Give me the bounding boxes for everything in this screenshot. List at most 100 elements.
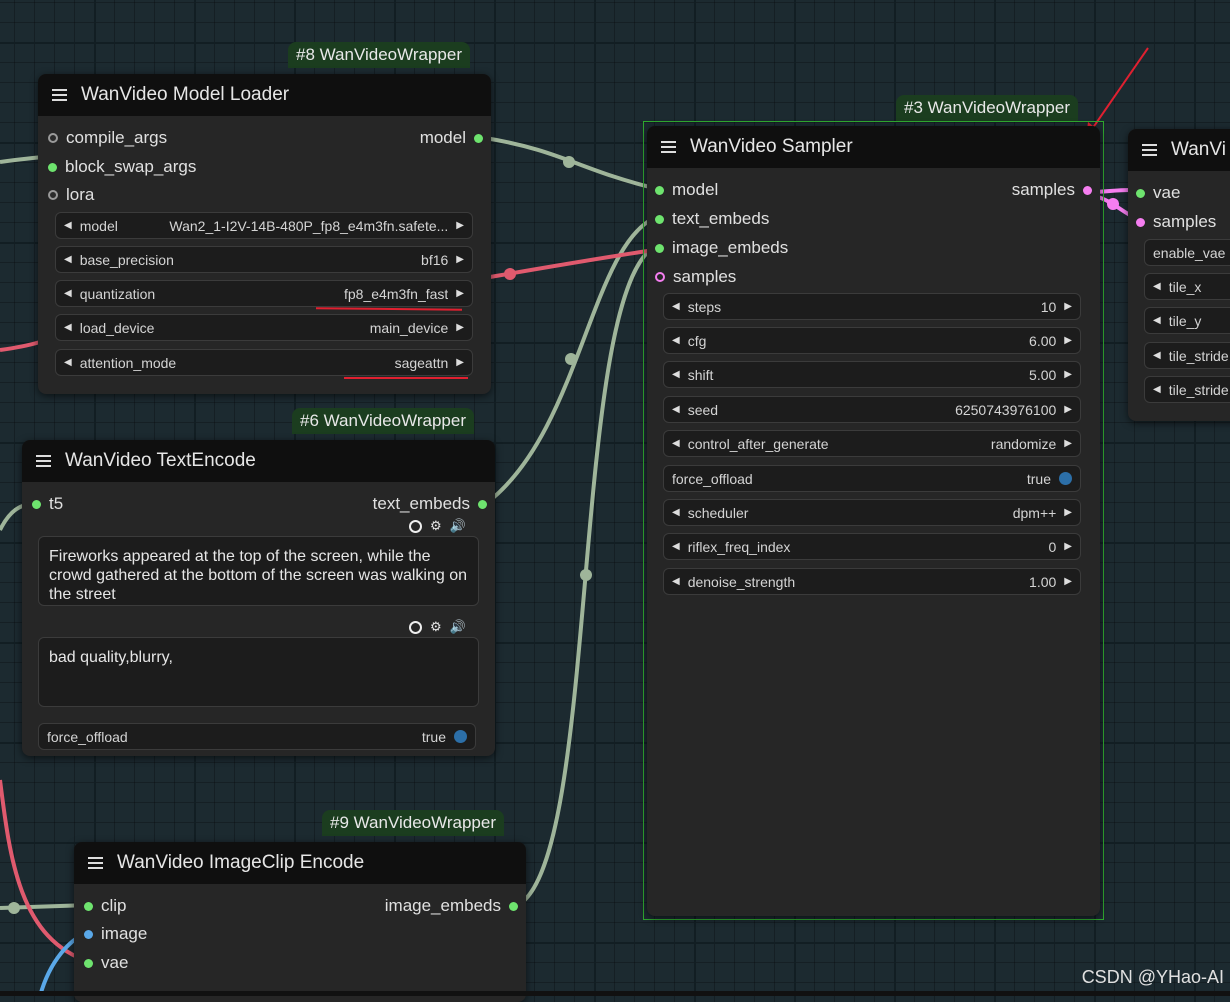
gear-icon[interactable]: ⚙ bbox=[430, 518, 442, 534]
toggle-icon[interactable] bbox=[454, 730, 467, 743]
input-socket-icon[interactable] bbox=[48, 190, 58, 200]
menu-icon[interactable] bbox=[661, 141, 676, 153]
arrow-left-icon[interactable]: ◀ bbox=[1153, 281, 1161, 292]
input-lora[interactable]: lora bbox=[48, 185, 94, 205]
input-compile-args[interactable]: compile_args bbox=[48, 128, 167, 148]
input-socket-icon[interactable] bbox=[84, 929, 93, 939]
output-socket-icon[interactable] bbox=[1083, 185, 1092, 195]
input-socket-icon[interactable] bbox=[1136, 217, 1145, 227]
widget-scheduler[interactable]: ◀ scheduler dpm++ ▶ bbox=[663, 499, 1081, 526]
gear-icon[interactable]: ⚙ bbox=[430, 619, 442, 635]
menu-icon[interactable] bbox=[36, 455, 51, 467]
output-socket-icon[interactable] bbox=[509, 901, 518, 911]
model-loader-node[interactable]: WanVideo Model Loader compile_args block… bbox=[38, 74, 491, 394]
output-text-embeds[interactable]: text_embeds bbox=[373, 494, 487, 514]
arrow-left-icon[interactable]: ◀ bbox=[64, 220, 72, 231]
widget-riflex-freq-index[interactable]: ◀ riflex_freq_index 0 ▶ bbox=[663, 533, 1081, 560]
decode-node[interactable]: WanVi vae samples enable_vae ◀ tile_x ◀ ti… bbox=[1128, 129, 1230, 421]
widget-cfg[interactable]: ◀ cfg 6.00 ▶ bbox=[663, 327, 1081, 354]
menu-icon[interactable] bbox=[52, 89, 67, 101]
widget-base-precision[interactable]: ◀ base_precision bf16 ▶ bbox=[55, 246, 473, 273]
arrow-right-icon[interactable]: ▶ bbox=[1064, 335, 1072, 346]
input-socket-icon[interactable] bbox=[655, 185, 664, 195]
arrow-right-icon[interactable]: ▶ bbox=[456, 220, 464, 231]
widget-steps[interactable]: ◀ steps 10 ▶ bbox=[663, 293, 1081, 320]
arrow-right-icon[interactable]: ▶ bbox=[1064, 301, 1072, 312]
arrow-left-icon[interactable]: ◀ bbox=[672, 369, 680, 380]
arrow-right-icon[interactable]: ▶ bbox=[456, 357, 464, 368]
widget-force-offload[interactable]: force_offload true bbox=[663, 465, 1081, 492]
arrow-right-icon[interactable]: ▶ bbox=[1064, 507, 1072, 518]
arrow-right-icon[interactable]: ▶ bbox=[1064, 404, 1072, 415]
arrow-left-icon[interactable]: ◀ bbox=[64, 322, 72, 333]
input-socket-icon[interactable] bbox=[84, 958, 93, 968]
toggle-icon[interactable] bbox=[1059, 472, 1072, 485]
input-samples[interactable]: samples bbox=[655, 267, 736, 287]
widget-force-offload[interactable]: force_offload true bbox=[38, 723, 476, 750]
arrow-right-icon[interactable]: ▶ bbox=[1064, 438, 1072, 449]
arrow-left-icon[interactable]: ◀ bbox=[64, 357, 72, 368]
record-icon[interactable] bbox=[409, 519, 422, 533]
input-socket-icon[interactable] bbox=[655, 272, 665, 282]
widget-tile-stride-y[interactable]: ◀ tile_stride bbox=[1144, 376, 1230, 403]
input-samples[interactable]: samples bbox=[1136, 212, 1216, 232]
widget-attention-mode[interactable]: ◀ attention_mode sageattn ▶ bbox=[55, 349, 473, 376]
arrow-right-icon[interactable]: ▶ bbox=[456, 322, 464, 333]
widget-quantization[interactable]: ◀ quantization fp8_e4m3fn_fast ▶ bbox=[55, 280, 473, 307]
arrow-left-icon[interactable]: ◀ bbox=[64, 288, 72, 299]
arrow-left-icon[interactable]: ◀ bbox=[672, 507, 680, 518]
widget-denoise-strength[interactable]: ◀ denoise_strength 1.00 ▶ bbox=[663, 568, 1081, 595]
node-title-bar[interactable]: WanVideo TextEncode bbox=[22, 440, 495, 482]
arrow-left-icon[interactable]: ◀ bbox=[1153, 315, 1161, 326]
menu-icon[interactable] bbox=[1142, 144, 1157, 156]
output-image-embeds[interactable]: image_embeds bbox=[385, 896, 518, 916]
arrow-right-icon[interactable]: ▶ bbox=[1064, 541, 1072, 552]
record-icon[interactable] bbox=[409, 620, 422, 634]
input-socket-icon[interactable] bbox=[655, 243, 664, 253]
arrow-left-icon[interactable]: ◀ bbox=[672, 576, 680, 587]
arrow-left-icon[interactable]: ◀ bbox=[672, 301, 680, 312]
widget-shift[interactable]: ◀ shift 5.00 ▶ bbox=[663, 361, 1081, 388]
arrow-left-icon[interactable]: ◀ bbox=[672, 541, 680, 552]
input-model[interactable]: model bbox=[655, 180, 718, 200]
input-image-embeds[interactable]: image_embeds bbox=[655, 238, 788, 258]
input-socket-icon[interactable] bbox=[48, 162, 57, 172]
speaker-icon[interactable]: 🔊 bbox=[450, 518, 466, 534]
speaker-icon[interactable]: 🔊 bbox=[450, 619, 466, 635]
menu-icon[interactable] bbox=[88, 857, 103, 869]
input-clip[interactable]: clip bbox=[84, 896, 127, 916]
output-model[interactable]: model bbox=[420, 128, 483, 148]
node-title-bar[interactable]: WanVideo Model Loader bbox=[38, 74, 491, 116]
input-socket-icon[interactable] bbox=[32, 499, 41, 509]
output-samples[interactable]: samples bbox=[1012, 180, 1092, 200]
arrow-right-icon[interactable]: ▶ bbox=[456, 288, 464, 299]
arrow-left-icon[interactable]: ◀ bbox=[672, 335, 680, 346]
arrow-left-icon[interactable]: ◀ bbox=[1153, 350, 1161, 361]
arrow-left-icon[interactable]: ◀ bbox=[672, 438, 680, 449]
output-socket-icon[interactable] bbox=[474, 133, 483, 143]
negative-prompt-textarea[interactable]: bad quality,blurry, bbox=[38, 637, 479, 707]
input-block-swap-args[interactable]: block_swap_args bbox=[48, 157, 196, 177]
sampler-node[interactable]: WanVideo Sampler model text_embeds image… bbox=[647, 126, 1100, 916]
arrow-right-icon[interactable]: ▶ bbox=[1064, 576, 1072, 587]
arrow-left-icon[interactable]: ◀ bbox=[672, 404, 680, 415]
output-socket-icon[interactable] bbox=[478, 499, 487, 509]
input-socket-icon[interactable] bbox=[48, 133, 58, 143]
widget-control-after-generate[interactable]: ◀ control_after_generate randomize ▶ bbox=[663, 430, 1081, 457]
widget-load-device[interactable]: ◀ load_device main_device ▶ bbox=[55, 314, 473, 341]
widget-tile-x[interactable]: ◀ tile_x bbox=[1144, 273, 1230, 300]
input-t5[interactable]: t5 bbox=[32, 494, 63, 514]
arrow-left-icon[interactable]: ◀ bbox=[1153, 384, 1161, 395]
input-text-embeds[interactable]: text_embeds bbox=[655, 209, 769, 229]
widget-tile-y[interactable]: ◀ tile_y bbox=[1144, 307, 1230, 334]
input-image[interactable]: image bbox=[84, 924, 147, 944]
text-encode-node[interactable]: WanVideo TextEncode t5 text_embeds ⚙ 🔊 Fi… bbox=[22, 440, 495, 756]
node-title-bar[interactable]: WanVideo Sampler bbox=[647, 126, 1100, 168]
widget-model[interactable]: ◀ model Wan2_1-I2V-14B-480P_fp8_e4m3fn.saf… bbox=[55, 212, 473, 239]
positive-prompt-textarea[interactable]: Fireworks appeared at the top of the scr… bbox=[38, 536, 479, 606]
input-socket-icon[interactable] bbox=[1136, 188, 1145, 198]
widget-tile-stride-x[interactable]: ◀ tile_stride bbox=[1144, 342, 1230, 369]
input-socket-icon[interactable] bbox=[655, 214, 664, 224]
arrow-right-icon[interactable]: ▶ bbox=[1064, 369, 1072, 380]
input-vae[interactable]: vae bbox=[84, 953, 128, 973]
